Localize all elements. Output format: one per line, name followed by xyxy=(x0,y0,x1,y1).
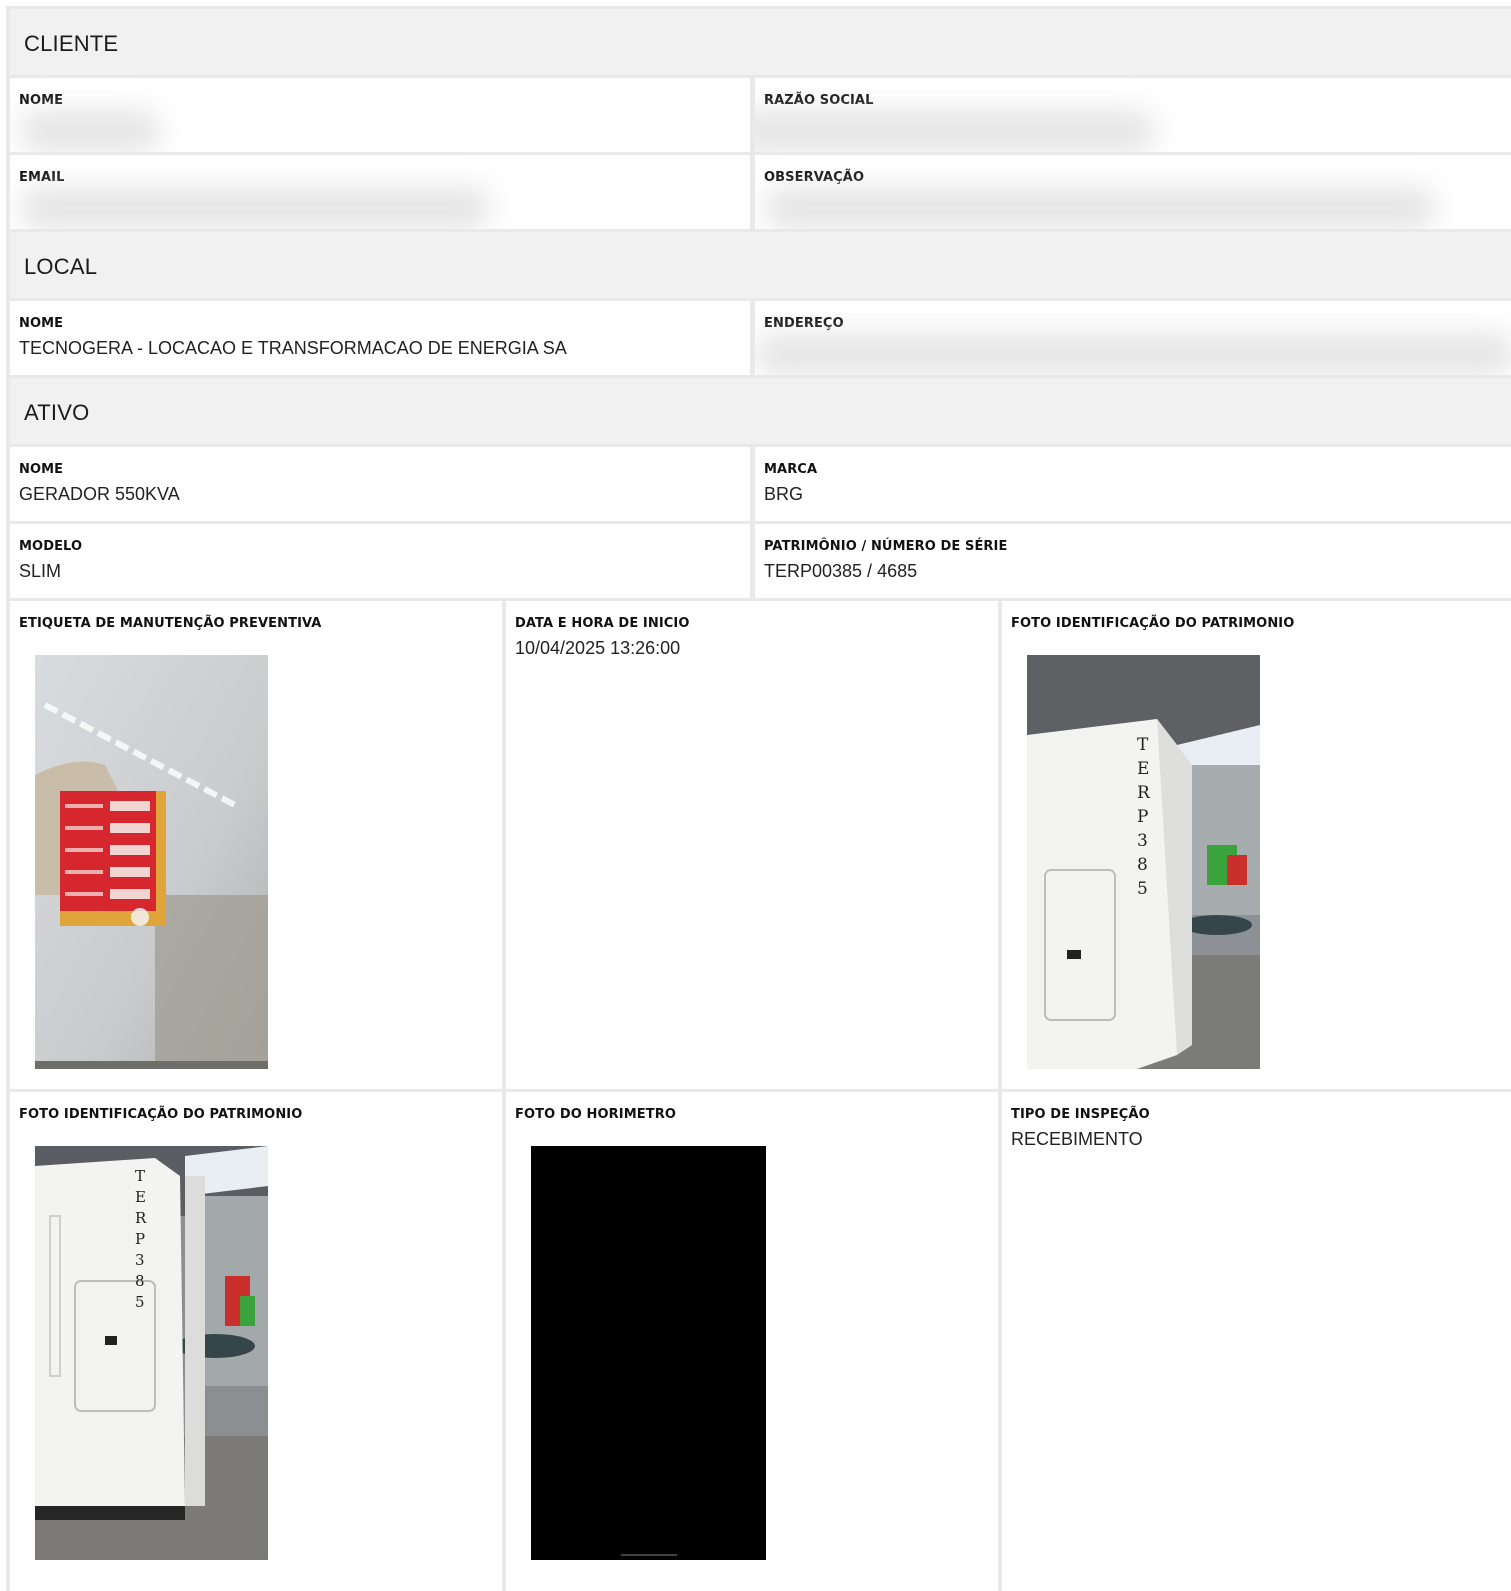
field-foto-patrimonio-2: FOTO IDENTIFICAÇÃO DO PATRIMONIO T E R P… xyxy=(10,1092,502,1591)
field-etiqueta: ETIQUETA DE MANUTENÇÃO PREVENTIVA xyxy=(10,601,502,1089)
generator-image-2: T E R P 3 8 5 xyxy=(35,1146,268,1560)
field-ativo-nome: NOME GERADOR 550KVA xyxy=(10,447,750,521)
generator-photo-2[interactable]: T E R P 3 8 5 xyxy=(35,1146,268,1560)
field-value: RECEBIMENTO xyxy=(1011,1129,1143,1149)
field-label: NOME xyxy=(19,462,64,477)
field-cliente-razao-social: RAZÃO SOCIAL xyxy=(755,78,1511,152)
redacted-value xyxy=(765,187,1435,229)
field-label: RAZÃO SOCIAL xyxy=(764,93,874,108)
maintenance-tag-image xyxy=(35,655,268,1069)
maintenance-tag-photo[interactable] xyxy=(35,655,268,1069)
field-label: FOTO IDENTIFICAÇÃO DO PATRIMONIO xyxy=(19,1107,303,1122)
redacted-value xyxy=(755,110,1155,152)
field-ativo-patrimonio: PATRIMÔNIO / NÚMERO DE SÉRIE TERP00385 /… xyxy=(755,524,1511,598)
section-local: LOCAL xyxy=(10,232,1511,298)
field-label: FOTO IDENTIFICAÇÃO DO PATRIMONIO xyxy=(1011,616,1295,631)
field-ativo-modelo: MODELO SLIM xyxy=(10,524,750,598)
generator-stencil-letter: E xyxy=(1137,759,1149,779)
generator-photo[interactable]: T E R P 3 8 5 xyxy=(1027,655,1260,1069)
generator-stencil-letter: R xyxy=(135,1209,147,1227)
generator-stencil-letter: P xyxy=(135,1230,145,1248)
generator-stencil-letter: T xyxy=(135,1167,145,1185)
field-value: TERP00385 / 4685 xyxy=(764,561,918,581)
field-cliente-observacao: OBSERVAÇÃO xyxy=(755,155,1511,229)
field-cliente-nome: NOME xyxy=(10,78,750,152)
field-label: MARCA xyxy=(764,462,818,477)
generator-stencil-letter: E xyxy=(135,1188,146,1206)
generator-stencil: T xyxy=(1137,735,1149,755)
field-label: FOTO DO HORIMETRO xyxy=(515,1107,676,1122)
section-title-local: LOCAL xyxy=(24,254,98,279)
photo-timestamp-mark xyxy=(621,1554,677,1556)
field-ativo-marca: MARCA BRG xyxy=(755,447,1511,521)
field-label: EMAIL xyxy=(19,170,65,185)
field-value: TECNOGERA - LOCACAO E TRANSFORMACAO DE E… xyxy=(19,338,567,358)
field-value: GERADOR 550KVA xyxy=(19,484,180,504)
generator-stencil-letter: 8 xyxy=(135,1272,145,1290)
generator-stencil-letter: R xyxy=(1137,783,1151,803)
generator-stencil-letter: 3 xyxy=(135,1251,145,1269)
generator-image: T E R P 3 8 5 xyxy=(1027,655,1260,1069)
field-label: ENDEREÇO xyxy=(764,316,844,331)
section-title-ativo: ATIVO xyxy=(24,400,90,425)
section-ativo: ATIVO xyxy=(10,378,1511,444)
field-label: DATA E HORA DE INICIO xyxy=(515,616,690,631)
field-label: PATRIMÔNIO / NÚMERO DE SÉRIE xyxy=(764,539,1008,554)
section-title-cliente: CLIENTE xyxy=(24,31,119,56)
field-label: TIPO DE INSPEÇÃO xyxy=(1011,1107,1150,1122)
field-label: OBSERVAÇÃO xyxy=(764,170,865,185)
generator-stencil-letter: 8 xyxy=(1137,855,1148,875)
generator-stencil-letter: 5 xyxy=(135,1293,145,1311)
hour-meter-photo[interactable] xyxy=(531,1146,766,1560)
field-label: NOME xyxy=(19,93,64,108)
field-tipo-inspecao: TIPO DE INSPEÇÃO RECEBIMENTO xyxy=(1002,1092,1511,1591)
field-value: 10/04/2025 13:26:00 xyxy=(515,638,681,658)
field-local-nome: NOME TECNOGERA - LOCACAO E TRANSFORMACAO… xyxy=(10,301,750,375)
generator-stencil-letter: 5 xyxy=(1137,879,1148,899)
redacted-value xyxy=(755,333,1511,375)
field-label: NOME xyxy=(19,316,64,331)
generator-stencil-letter: P xyxy=(1137,807,1148,827)
inspection-report: CLIENTE NOME RAZÃO SOCIAL EMAIL OBSERVAÇ… xyxy=(6,6,1511,1591)
field-value: BRG xyxy=(764,484,804,504)
field-cliente-email: EMAIL xyxy=(10,155,750,229)
field-local-endereco: ENDEREÇO xyxy=(755,301,1511,375)
field-data-hora-inicio: DATA E HORA DE INICIO 10/04/2025 13:26:0… xyxy=(506,601,998,1089)
field-label: ETIQUETA DE MANUTENÇÃO PREVENTIVA xyxy=(19,616,322,631)
field-foto-horimetro: FOTO DO HORIMETRO xyxy=(506,1092,998,1591)
field-foto-patrimonio: FOTO IDENTIFICAÇÃO DO PATRIMONIO T E R P xyxy=(1002,601,1511,1089)
field-label: MODELO xyxy=(19,539,83,554)
generator-stencil-letter: 3 xyxy=(1137,831,1148,851)
section-cliente: CLIENTE xyxy=(10,9,1511,75)
redacted-value xyxy=(20,110,160,152)
field-value: SLIM xyxy=(19,561,62,581)
redacted-value xyxy=(20,187,490,229)
